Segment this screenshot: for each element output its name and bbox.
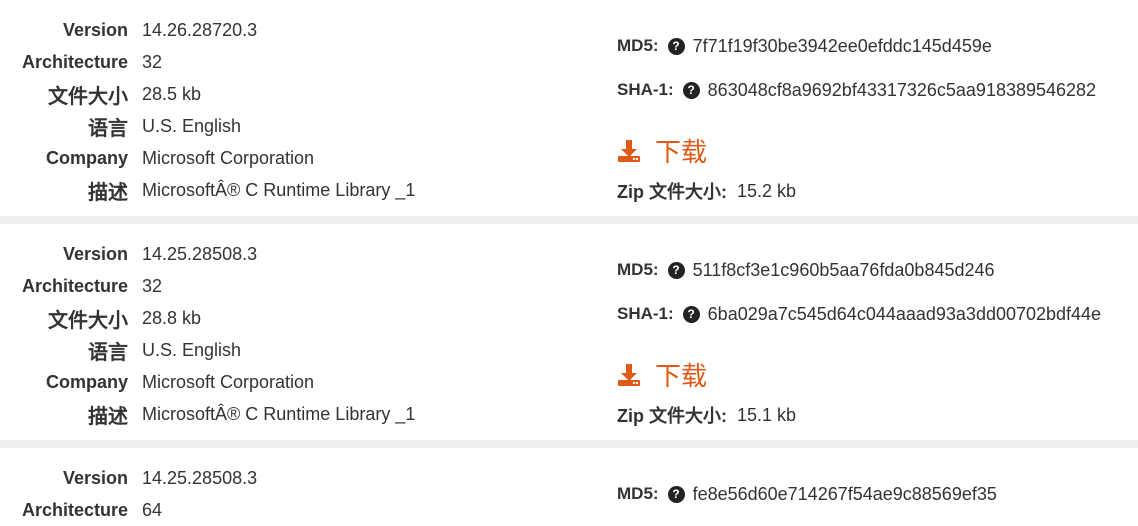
zip-size-row: Zip 文件大小: 15.1 kb [617, 402, 796, 428]
file-info: Version 14.25.28508.3 Architecture 64 [0, 462, 560, 526]
company-label: Company [45, 147, 128, 168]
file-size-row: 文件大小 28.8 kb [0, 302, 560, 334]
architecture-value: 64 [142, 499, 163, 520]
architecture-label: Architecture [21, 275, 128, 296]
zip-size-label: Zip 文件大小: [617, 182, 727, 202]
file-size-row: 文件大小 28.5 kb [0, 78, 560, 110]
architecture-row: Architecture 32 [0, 270, 560, 302]
version-label: Version [62, 243, 128, 264]
file-size-value: 28.8 kb [142, 307, 202, 328]
description-label: 描述 [88, 181, 128, 204]
download-label[interactable]: 下载 [655, 132, 707, 169]
version-label: Version [62, 467, 128, 488]
company-row: Company Microsoft Corporation [0, 366, 560, 398]
version-label: Version [62, 19, 128, 40]
question-circle-icon[interactable]: ? [682, 81, 700, 99]
download-icon [618, 139, 640, 162]
company-value: Microsoft Corporation [142, 147, 315, 168]
language-label: 语言 [88, 117, 128, 140]
version-value: 14.25.28508.3 [142, 243, 258, 264]
question-circle-icon[interactable]: ? [667, 485, 685, 503]
description-label: 描述 [88, 405, 128, 428]
language-row: 语言 U.S. English [0, 334, 560, 366]
architecture-label: Architecture [21, 51, 128, 72]
sha1-value: 863048cf8a9692bf43317326c5aa918389546282 [707, 79, 1097, 100]
zip-size-label: Zip 文件大小: [617, 406, 727, 426]
md5-label: MD5: [617, 484, 659, 503]
description-value: MicrosoftÂ® C Runtime Library _1 [142, 179, 416, 200]
sha1-label: SHA-1: [617, 80, 674, 99]
architecture-row: Architecture 64 [0, 494, 560, 526]
file-info: Version 14.25.28508.3 Architecture 32 文件… [0, 238, 560, 430]
md5-label: MD5: [617, 36, 659, 55]
language-value: U.S. English [142, 115, 242, 136]
version-row: Version 14.25.28508.3 [0, 238, 560, 270]
hash-info: MD5: ? 7f71f19f30be3942ee0efddc145d459e … [617, 24, 1096, 112]
download-label[interactable]: 下载 [655, 356, 707, 393]
download-icon [618, 363, 640, 386]
download-link[interactable]: 下载 [617, 132, 707, 169]
question-circle-icon[interactable]: ? [682, 305, 700, 323]
file-version-list: Version 14.26.28720.3 Architecture 32 文件… [0, 0, 1138, 520]
version-row: Version 14.25.28508.3 [0, 462, 560, 494]
md5-value: 511f8cf3e1c960b5aa76fda0b845d246 [692, 259, 995, 280]
zip-size-value: 15.1 kb [737, 404, 797, 425]
file-size-label: 文件大小 [48, 309, 128, 332]
hash-info: MD5: ? fe8e56d60e714267f54ae9c88569ef35 [617, 472, 997, 516]
sha1-value: 6ba029a7c545d64c044aaad93a3dd00702bdf44e [707, 303, 1102, 324]
company-value: Microsoft Corporation [142, 371, 315, 392]
file-size-value: 28.5 kb [142, 83, 202, 104]
language-label: 语言 [88, 341, 128, 364]
architecture-row: Architecture 32 [0, 46, 560, 78]
md5-label: MD5: [617, 260, 659, 279]
version-row: Version 14.26.28720.3 [0, 14, 560, 46]
question-circle-icon[interactable]: ? [667, 261, 685, 279]
hash-info: MD5: ? 511f8cf3e1c960b5aa76fda0b845d246 … [617, 248, 1101, 336]
description-row: 描述 MicrosoftÂ® C Runtime Library _1 [0, 174, 560, 206]
language-value: U.S. English [142, 339, 242, 360]
sha1-label: SHA-1: [617, 304, 674, 323]
file-size-label: 文件大小 [48, 85, 128, 108]
sha1-row: SHA-1: ? 6ba029a7c545d64c044aaad93a3dd00… [617, 292, 1101, 336]
download-link[interactable]: 下载 [617, 356, 707, 393]
version-value: 14.25.28508.3 [142, 467, 258, 488]
language-row: 语言 U.S. English [0, 110, 560, 142]
version-entry: Version 14.25.28508.3 Architecture 64 MD… [0, 448, 1138, 520]
question-circle-icon[interactable]: ? [667, 37, 685, 55]
zip-size-value: 15.2 kb [737, 180, 797, 201]
version-entry: Version 14.26.28720.3 Architecture 32 文件… [0, 0, 1138, 224]
md5-row: MD5: ? 511f8cf3e1c960b5aa76fda0b845d246 [617, 248, 1101, 292]
file-info: Version 14.26.28720.3 Architecture 32 文件… [0, 14, 560, 206]
architecture-value: 32 [142, 51, 163, 72]
version-value: 14.26.28720.3 [142, 19, 258, 40]
md5-value: 7f71f19f30be3942ee0efddc145d459e [692, 35, 992, 56]
md5-row: MD5: ? 7f71f19f30be3942ee0efddc145d459e [617, 24, 1096, 68]
architecture-label: Architecture [21, 499, 128, 520]
description-value: MicrosoftÂ® C Runtime Library _1 [142, 403, 416, 424]
description-row: 描述 MicrosoftÂ® C Runtime Library _1 [0, 398, 560, 430]
md5-value: fe8e56d60e714267f54ae9c88569ef35 [692, 483, 997, 504]
zip-size-row: Zip 文件大小: 15.2 kb [617, 178, 796, 204]
company-label: Company [45, 371, 128, 392]
md5-row: MD5: ? fe8e56d60e714267f54ae9c88569ef35 [617, 472, 997, 516]
sha1-row: SHA-1: ? 863048cf8a9692bf43317326c5aa918… [617, 68, 1096, 112]
version-entry: Version 14.25.28508.3 Architecture 32 文件… [0, 224, 1138, 448]
architecture-value: 32 [142, 275, 163, 296]
company-row: Company Microsoft Corporation [0, 142, 560, 174]
